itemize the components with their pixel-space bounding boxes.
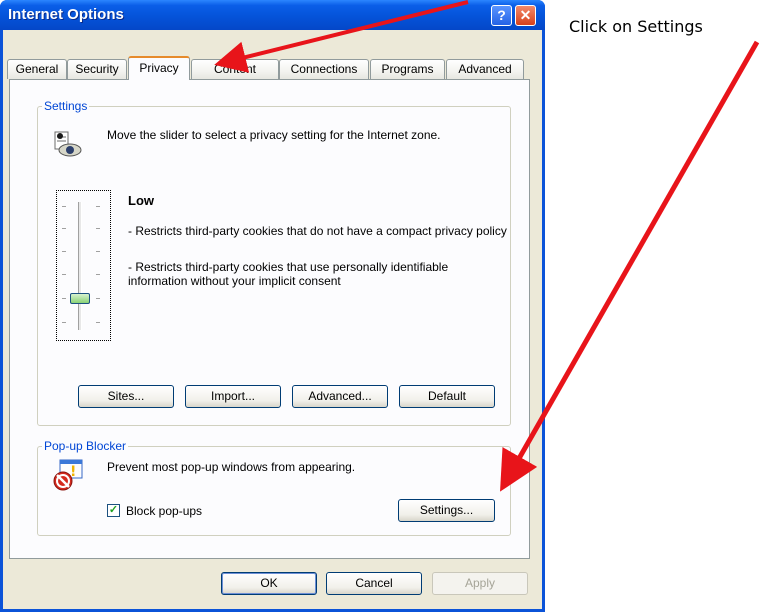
annotation-arrows (214, 0, 760, 492)
tab-privacy[interactable]: Privacy (128, 56, 190, 80)
annotation-arrow-to-settings (500, 40, 760, 492)
annotation-arrow-to-tab (214, 0, 469, 73)
